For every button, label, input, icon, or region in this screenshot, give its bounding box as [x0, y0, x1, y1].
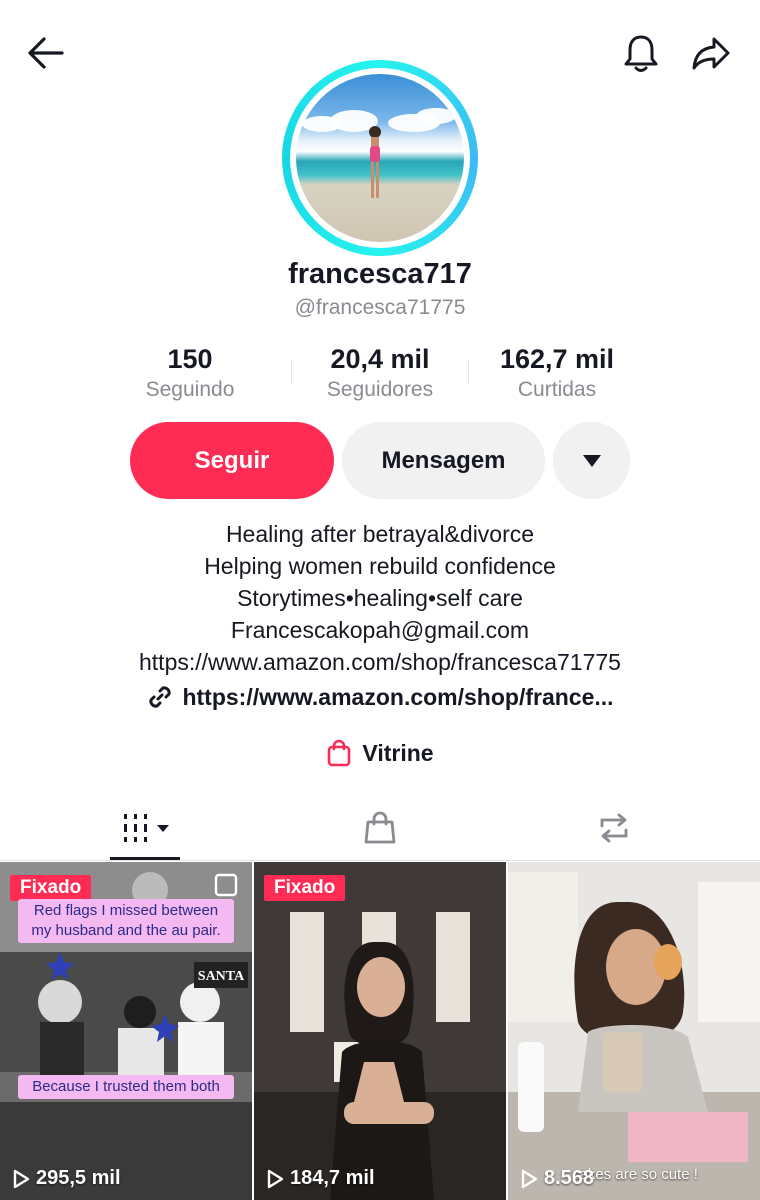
video-thumbnail[interactable]: SANTA Fixado Red flags I missed between … — [0, 862, 252, 1200]
video-caption: Because I trusted them both — [18, 1075, 234, 1099]
video-grid: SANTA Fixado Red flags I missed between … — [0, 862, 760, 1200]
bell-icon[interactable] — [613, 25, 669, 81]
tab-shop[interactable] — [253, 795, 506, 861]
back-arrow-icon[interactable] — [18, 25, 74, 81]
play-icon — [521, 1169, 538, 1188]
stat-followers[interactable]: 20,4 mil Seguidores — [295, 342, 465, 404]
stat-divider — [291, 360, 292, 384]
pinned-badge: Fixado — [264, 875, 346, 901]
bio-line: Storytimes•healing•self care — [237, 585, 523, 611]
followers-count: 20,4 mil — [330, 344, 430, 374]
link-icon — [149, 686, 172, 708]
likes-count: 162,7 mil — [499, 344, 615, 374]
bio-line: Helping women rebuild confidence — [204, 553, 556, 579]
bio-line: Francescakopah@gmail.com — [230, 617, 530, 643]
stat-following[interactable]: 150 Seguindo — [105, 342, 275, 404]
view-count: 295,5 mil — [12, 1167, 121, 1190]
shopping-bag-icon — [364, 811, 395, 844]
bio-link[interactable]: https://www.amazon.com/shop/france... — [0, 683, 760, 711]
pinned-badge: Fixado — [10, 875, 92, 901]
suggested-accounts-button[interactable] — [553, 422, 630, 499]
video-thumbnail-image — [254, 862, 506, 1200]
videos-grid-icon — [123, 814, 169, 842]
share-icon[interactable] — [683, 25, 739, 81]
username-handle: @francesca71775 — [294, 296, 466, 319]
likes-label: Curtidas — [517, 378, 597, 401]
following-label: Seguindo — [145, 378, 235, 401]
showcase-label: Vitrine — [362, 739, 434, 766]
view-count: 184,7 mil — [266, 1167, 375, 1190]
stat-divider — [468, 360, 469, 384]
showcase-link[interactable]: Vitrine — [0, 739, 760, 767]
video-thumbnail[interactable]: cakes are so cute ! 8.568 — [508, 862, 760, 1200]
bio: Healing after betrayal&divorce Helping w… — [0, 518, 760, 678]
message-button[interactable]: Mensagem — [342, 422, 545, 499]
profile-stats: 150 Seguindo 20,4 mil Seguidores 162,7 m… — [0, 342, 760, 410]
view-count-value: 184,7 mil — [290, 1167, 375, 1189]
view-count-value: 8.568 — [544, 1167, 595, 1189]
active-tab-indicator — [110, 857, 180, 860]
display-name: francesca717 — [288, 258, 472, 290]
tab-videos[interactable] — [20, 795, 273, 861]
repost-icon — [600, 813, 627, 843]
bio-line: https://www.amazon.com/shop/francesca717… — [139, 649, 621, 675]
play-icon — [267, 1169, 284, 1188]
followers-label: Seguidores — [326, 378, 434, 401]
avatar — [296, 74, 464, 242]
bio-line: Healing after betrayal&divorce — [225, 521, 535, 547]
caret-down-icon — [582, 454, 601, 467]
video-thumbnail[interactable]: Fixado 184,7 mil — [254, 862, 506, 1200]
profile-tabs — [0, 795, 760, 861]
video-caption: Red flags I missed between my husband an… — [18, 899, 234, 943]
avatar-ring[interactable] — [282, 60, 478, 256]
follow-button[interactable]: Seguir — [130, 422, 334, 499]
tab-reposts[interactable] — [487, 795, 740, 861]
bio-link-text: https://www.amazon.com/shop/france... — [182, 683, 614, 710]
view-count-value: 295,5 mil — [36, 1167, 121, 1189]
video-thumbnail-image — [508, 862, 760, 1200]
stat-likes[interactable]: 162,7 mil Curtidas — [472, 342, 642, 404]
santa-sign: SANTA — [198, 969, 245, 984]
play-icon — [13, 1169, 30, 1188]
following-count: 150 — [167, 344, 213, 374]
view-count: 8.568 — [520, 1167, 594, 1190]
shopping-bag-icon — [328, 739, 351, 767]
